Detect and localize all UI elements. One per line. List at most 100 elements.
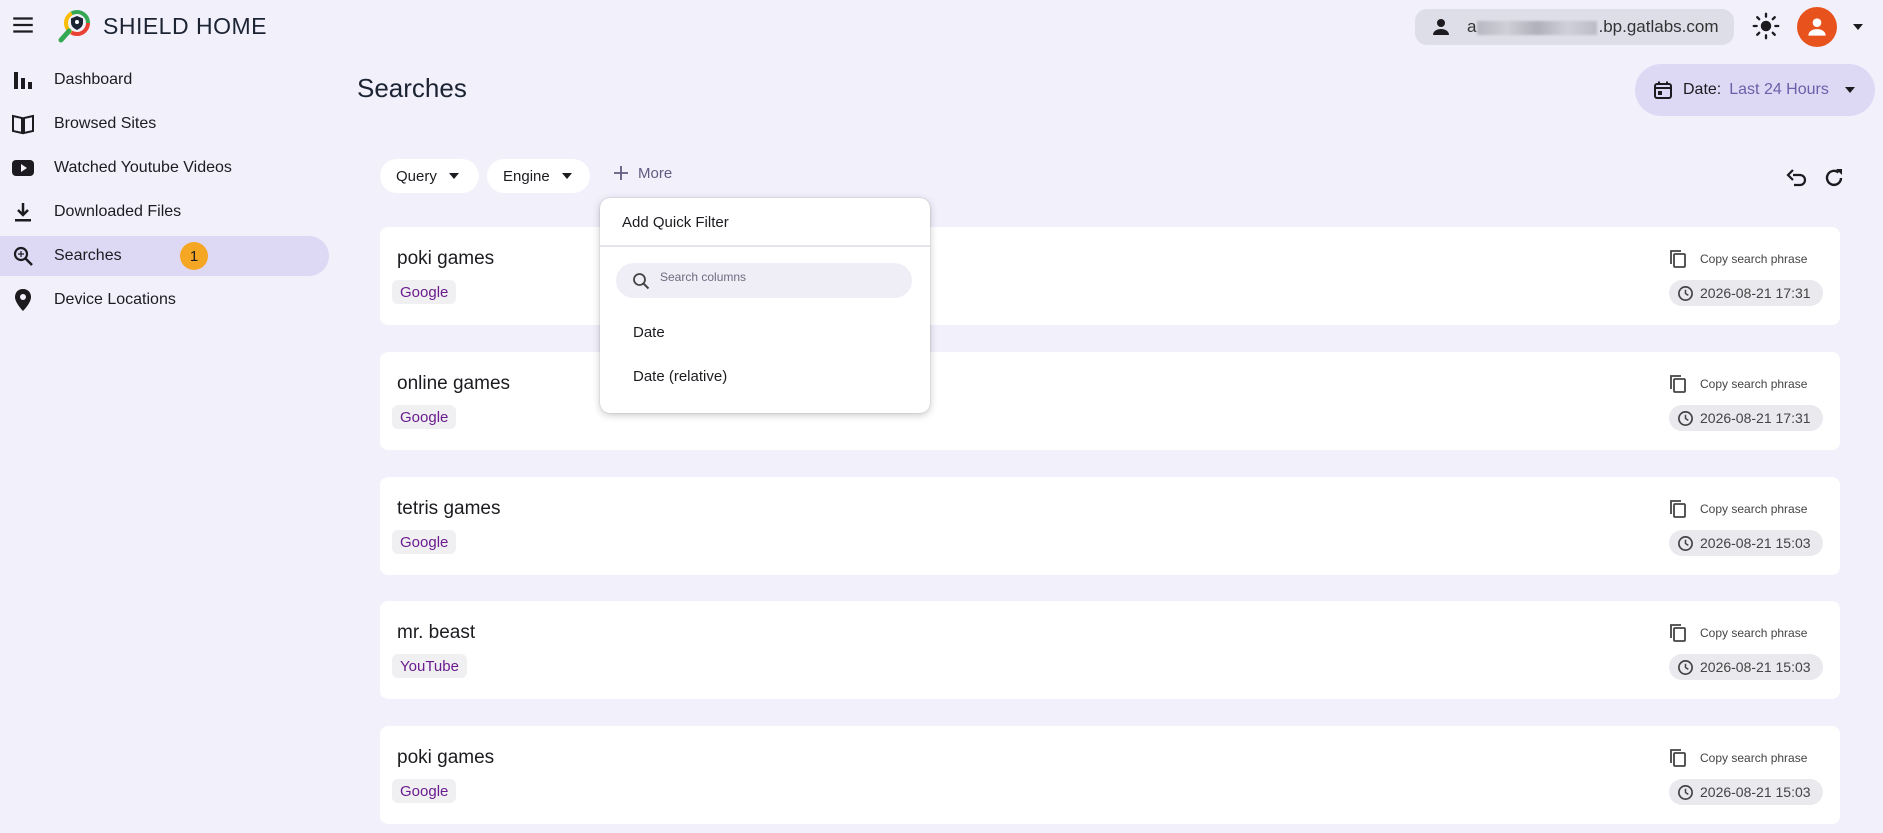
- search-query: online games: [397, 373, 511, 394]
- search-result-row: tetris games Google Copy search phrase 2…: [380, 477, 1840, 575]
- copy-search-phrase-button[interactable]: Copy search phrase: [1668, 374, 1807, 394]
- clock-icon: [1678, 410, 1693, 426]
- more-filters-label: More: [638, 164, 673, 182]
- sidebar-item-label: Dashboard: [54, 71, 133, 88]
- top-bar: SHIELD HOME a .bp.gatlabs.com: [0, 0, 1883, 52]
- date-filter-value: Last 24 Hours: [1729, 81, 1829, 98]
- person-icon: [1433, 19, 1449, 35]
- timestamp-chip: 2026-08-21 17:31: [1669, 405, 1823, 431]
- sidebar-nav: Dashboard Browsed Sites Watched Youtube …: [0, 60, 330, 324]
- download-icon: [10, 199, 36, 225]
- undo-icon[interactable]: [1785, 166, 1809, 190]
- search-result-row: mr. beast YouTube Copy search phrase 202…: [380, 601, 1840, 699]
- account-chip[interactable]: a .bp.gatlabs.com: [1415, 9, 1734, 45]
- search-columns-input[interactable]: [660, 269, 880, 284]
- add-quick-filter-menu: Add Quick Filter Date Date (relative): [600, 198, 930, 413]
- quick-filter-option-date[interactable]: Date: [600, 312, 930, 352]
- sidebar-item-dashboard[interactable]: Dashboard: [0, 60, 329, 100]
- timestamp-chip: 2026-08-21 15:03: [1669, 779, 1823, 805]
- copy-icon: [1670, 624, 1686, 642]
- copy-search-phrase-button[interactable]: Copy search phrase: [1668, 249, 1807, 269]
- copy-search-phrase-label: Copy search phrase: [1700, 751, 1808, 765]
- sidebar-item-label: Searches: [54, 247, 122, 264]
- calendar-icon: [1654, 81, 1672, 99]
- chevron-down-icon: [561, 173, 572, 179]
- quick-filter-option-date-relative[interactable]: Date (relative): [600, 356, 930, 396]
- clock-icon: [1678, 285, 1693, 301]
- notification-badge: 1: [180, 242, 208, 270]
- copy-search-phrase-label: Copy search phrase: [1700, 252, 1808, 266]
- location-pin-icon: [10, 287, 36, 313]
- search-columns-field[interactable]: [616, 263, 912, 298]
- timestamp: 2026-08-21 17:31: [1700, 285, 1811, 301]
- sidebar-item-device-locations[interactable]: Device Locations: [0, 280, 329, 320]
- sidebar-item-label: Downloaded Files: [54, 203, 182, 220]
- search-result-row: online games Google Copy search phrase 2…: [380, 352, 1840, 450]
- book-icon: [10, 111, 36, 137]
- sidebar-item-label: Device Locations: [54, 291, 176, 308]
- query-filter-chip[interactable]: Query: [380, 159, 479, 193]
- clock-icon: [1678, 535, 1693, 551]
- redacted-email-part: [1477, 20, 1598, 35]
- sidebar-item-watched-youtube-videos[interactable]: Watched Youtube Videos: [0, 148, 329, 188]
- sidebar-item-searches[interactable]: Searches 1: [0, 236, 329, 276]
- sidebar-item-label: Browsed Sites: [54, 115, 157, 132]
- search-query: poki games: [397, 248, 495, 269]
- person-icon: [1808, 18, 1826, 36]
- copy-search-phrase-label: Copy search phrase: [1700, 377, 1808, 391]
- copy-search-phrase-button[interactable]: Copy search phrase: [1668, 623, 1807, 643]
- user-avatar[interactable]: [1797, 7, 1837, 47]
- search-query: poki games: [397, 747, 495, 768]
- timestamp: 2026-08-21 15:03: [1700, 659, 1811, 675]
- engine-filter-chip[interactable]: Engine: [487, 159, 590, 193]
- sidebar-item-browsed-sites[interactable]: Browsed Sites: [0, 104, 329, 144]
- more-filters-button[interactable]: More: [612, 164, 672, 182]
- search-query: tetris games: [397, 498, 501, 519]
- timestamp: 2026-08-21 15:03: [1700, 784, 1811, 800]
- refresh-icon[interactable]: [1822, 166, 1846, 190]
- copy-search-phrase-label: Copy search phrase: [1700, 502, 1808, 516]
- date-filter-label: Date:: [1683, 81, 1722, 98]
- date-filter-button[interactable]: Date: Last 24 Hours: [1635, 64, 1875, 116]
- chevron-down-icon: [1844, 87, 1855, 93]
- search-icon: [10, 243, 36, 269]
- copy-icon: [1670, 250, 1686, 268]
- timestamp: 2026-08-21 15:03: [1700, 535, 1811, 551]
- bar-chart-icon: [10, 67, 36, 93]
- clock-icon: [1678, 784, 1693, 800]
- light-mode-sun-icon[interactable]: [1752, 12, 1780, 40]
- timestamp-chip: 2026-08-21 17:31: [1669, 280, 1823, 306]
- engine-tag: YouTube: [392, 654, 467, 678]
- copy-icon: [1670, 375, 1686, 393]
- copy-icon: [1670, 500, 1686, 518]
- clock-icon: [1678, 659, 1693, 675]
- search-result-row: poki games Google Copy search phrase 202…: [380, 227, 1840, 325]
- copy-search-phrase-button[interactable]: Copy search phrase: [1668, 748, 1807, 768]
- sidebar-item-label: Watched Youtube Videos: [54, 159, 232, 176]
- plus-icon: [614, 166, 628, 180]
- divider: [600, 245, 930, 247]
- chevron-down-icon[interactable]: [1851, 20, 1865, 34]
- copy-search-phrase-button[interactable]: Copy search phrase: [1668, 499, 1807, 519]
- timestamp-chip: 2026-08-21 15:03: [1669, 530, 1823, 556]
- search-result-row: poki games Google Copy search phrase 202…: [380, 726, 1840, 824]
- copy-icon: [1670, 749, 1686, 767]
- timestamp-chip: 2026-08-21 15:03: [1669, 654, 1823, 680]
- chevron-down-icon: [448, 173, 459, 179]
- hamburger-menu-icon[interactable]: [10, 12, 36, 38]
- filter-chip-label: Query: [396, 167, 437, 185]
- quick-filter-title: Add Quick Filter: [622, 214, 729, 231]
- engine-tag: Google: [392, 405, 457, 429]
- youtube-icon: [10, 155, 36, 181]
- page-title: Searches: [357, 73, 467, 103]
- timestamp: 2026-08-21 17:31: [1700, 410, 1811, 426]
- sidebar-item-downloaded-files[interactable]: Downloaded Files: [0, 192, 329, 232]
- copy-search-phrase-label: Copy search phrase: [1700, 626, 1808, 640]
- engine-tag: Google: [392, 530, 457, 554]
- search-query: mr. beast: [397, 622, 476, 643]
- filter-chip-label: Engine: [503, 167, 550, 185]
- search-icon: [633, 272, 650, 289]
- shield-home-logo-icon: [58, 10, 90, 43]
- account-email: a .bp.gatlabs.com: [1467, 17, 1719, 36]
- engine-tag: Google: [392, 779, 457, 803]
